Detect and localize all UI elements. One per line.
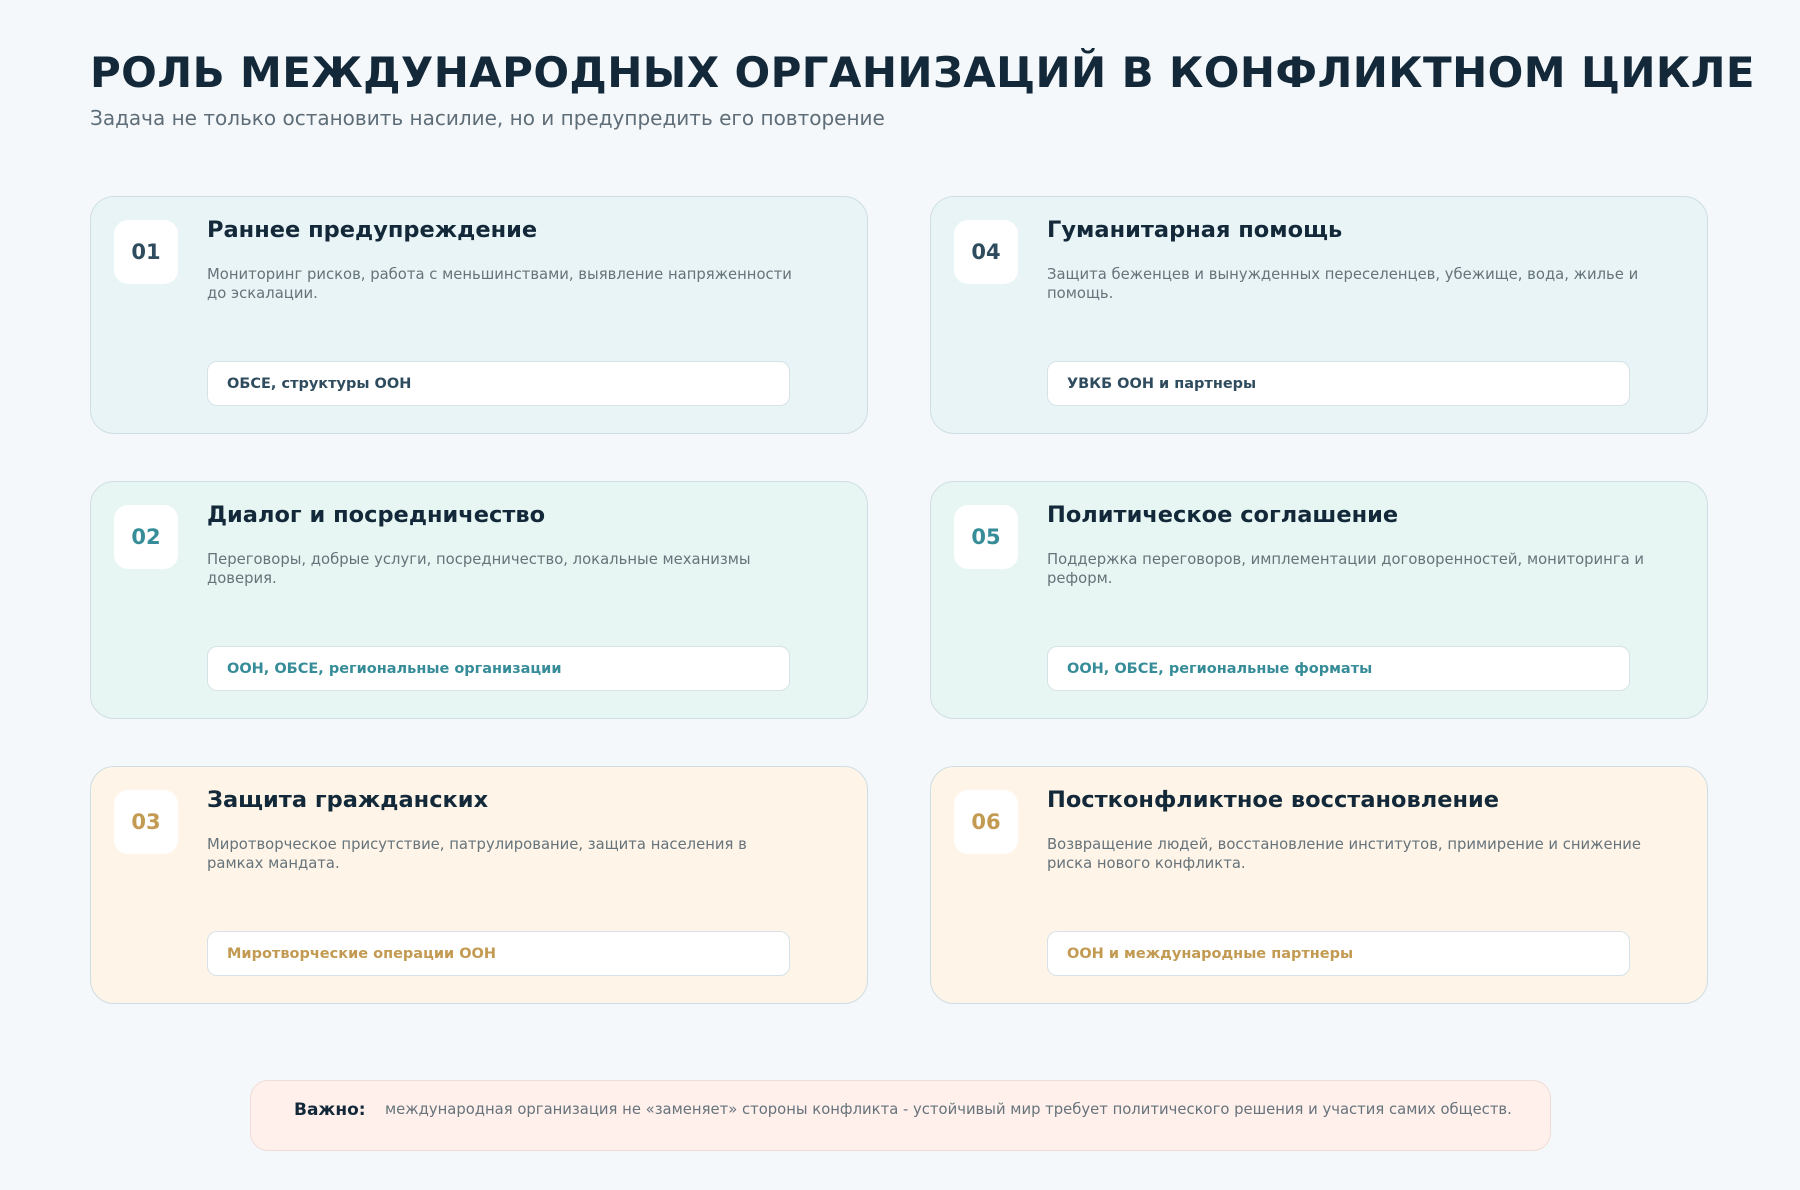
card-number: 01 [114, 220, 178, 284]
card-post-conflict-recovery: 06 Постконфликтное восстановление Возвра… [930, 766, 1708, 1004]
page-subtitle: Задача не только остановить насилие, но … [90, 106, 885, 130]
card-title: Защита гражданских [207, 787, 489, 813]
card-description: Поддержка переговоров, имплементации дог… [1047, 551, 1644, 587]
organizations-tag: ООН, ОБСЕ, региональные форматы [1047, 646, 1630, 691]
card-description: Защита беженцев и вынужденных переселенц… [1047, 266, 1639, 302]
card-title: Политическое соглашение [1047, 502, 1399, 528]
card-early-warning: 01 Раннее предупреждение Мониторинг риск… [90, 196, 868, 434]
card-political-agreement: 05 Политическое соглашение Поддержка пер… [930, 481, 1708, 719]
organizations-tag: УВКБ ООН и партнеры [1047, 361, 1630, 406]
organizations-tag: ООН, ОБСЕ, региональные организации [207, 646, 790, 691]
card-title: Диалог и посредничество [207, 502, 546, 528]
card-title: Гуманитарная помощь [1047, 217, 1343, 243]
card-description: Возвращение людей, восстановление инстит… [1047, 836, 1641, 872]
card-humanitarian-aid: 04 Гуманитарная помощь Защита беженцев и… [930, 196, 1708, 434]
card-title: Постконфликтное восстановление [1047, 787, 1500, 813]
organizations-tag: ОБСЕ, структуры ООН [207, 361, 790, 406]
card-civilian-protection: 03 Защита гражданских Миротворческое при… [90, 766, 868, 1004]
page-title: РОЛЬ МЕЖДУНАРОДНЫХ ОРГАНИЗАЦИЙ В КОНФЛИК… [90, 48, 1755, 97]
card-number: 02 [114, 505, 178, 569]
card-dialogue-mediation: 02 Диалог и посредничество Переговоры, д… [90, 481, 868, 719]
organizations-tag: ООН и международные партнеры [1047, 931, 1630, 976]
organizations-tag: Миротворческие операции ООН [207, 931, 790, 976]
card-description: Переговоры, добрые услуги, посредничеств… [207, 551, 751, 587]
card-number: 04 [954, 220, 1018, 284]
card-description: Миротворческое присутствие, патрулирован… [207, 836, 747, 872]
card-number: 03 [114, 790, 178, 854]
card-description: Мониторинг рисков, работа с меньшинствам… [207, 266, 792, 302]
card-number: 06 [954, 790, 1018, 854]
card-title: Раннее предупреждение [207, 217, 538, 243]
important-note: Важно: международная организация не «зам… [250, 1080, 1551, 1151]
note-label: Важно: [294, 1100, 366, 1120]
card-number: 05 [954, 505, 1018, 569]
note-text: международная организация не «заменяет» … [385, 1101, 1512, 1118]
